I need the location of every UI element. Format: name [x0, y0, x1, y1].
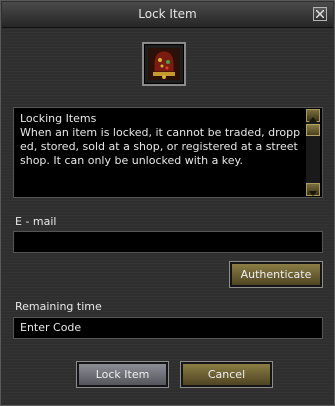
code-field[interactable]: Enter Code — [13, 317, 323, 339]
window-title: Lock Item — [138, 7, 197, 21]
cancel-button[interactable]: Cancel — [180, 361, 273, 388]
scroll-up-button[interactable] — [306, 109, 320, 122]
lock-item-button[interactable]: Lock Item — [76, 361, 169, 388]
description-text: Locking Items When an item is locked, it… — [20, 112, 302, 168]
description-box: Locking Items When an item is locked, it… — [13, 107, 323, 198]
bell-item-icon — [148, 48, 180, 80]
remaining-time-label: Remaining time — [15, 300, 102, 313]
arrow-down-icon — [309, 191, 317, 196]
title-bar[interactable]: Lock Item — [2, 2, 333, 28]
description-body: When an item is locked, it cannot be tra… — [20, 126, 301, 167]
close-button[interactable] — [313, 7, 327, 21]
close-icon — [316, 10, 324, 18]
email-field[interactable] — [13, 231, 323, 253]
lock-item-dialog: Lock Item Locking Items When an item is … — [0, 0, 335, 406]
authenticate-button[interactable]: Authenticate — [229, 261, 323, 288]
description-scrollbar[interactable] — [306, 109, 320, 196]
scroll-down-button[interactable] — [306, 183, 320, 196]
item-slot[interactable] — [142, 42, 186, 86]
email-label: E - mail — [15, 215, 57, 228]
scroll-thumb[interactable] — [306, 124, 320, 136]
description-heading: Locking Items — [20, 112, 97, 125]
